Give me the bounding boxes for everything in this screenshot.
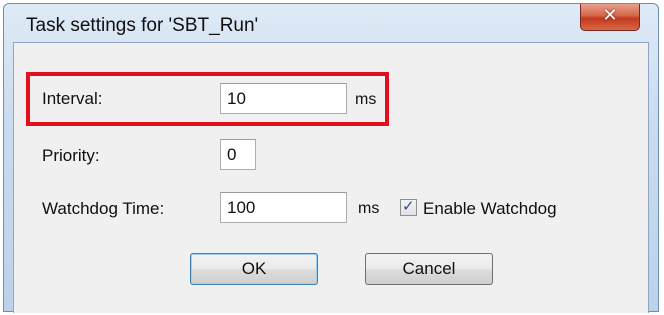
priority-label: Priority:: [42, 146, 100, 165]
interval-input[interactable]: [220, 83, 347, 114]
dialog-title: Task settings for 'SBT_Run': [26, 15, 259, 36]
watchdog-time-input[interactable]: [220, 192, 347, 223]
cancel-button[interactable]: Cancel: [365, 253, 493, 285]
interval-label: Interval:: [42, 89, 103, 108]
enable-watchdog-checkbox[interactable]: ✓: [400, 197, 417, 216]
title-bar[interactable]: Task settings for 'SBT_Run' ✕: [4, 4, 658, 42]
enable-watchdog-label[interactable]: Enable Watchdog: [423, 199, 557, 219]
interval-unit: ms: [355, 91, 377, 108]
watchdog-time-unit: ms: [358, 200, 380, 217]
close-icon: ✕: [602, 5, 618, 26]
ok-button[interactable]: OK: [190, 253, 318, 285]
watchdog-time-label: Watchdog Time:: [42, 199, 165, 218]
close-button[interactable]: ✕: [580, 4, 640, 31]
task-settings-dialog: Task settings for 'SBT_Run' ✕: [3, 3, 659, 313]
priority-input[interactable]: [220, 139, 256, 170]
checkmark-icon: ✓: [402, 197, 415, 215]
